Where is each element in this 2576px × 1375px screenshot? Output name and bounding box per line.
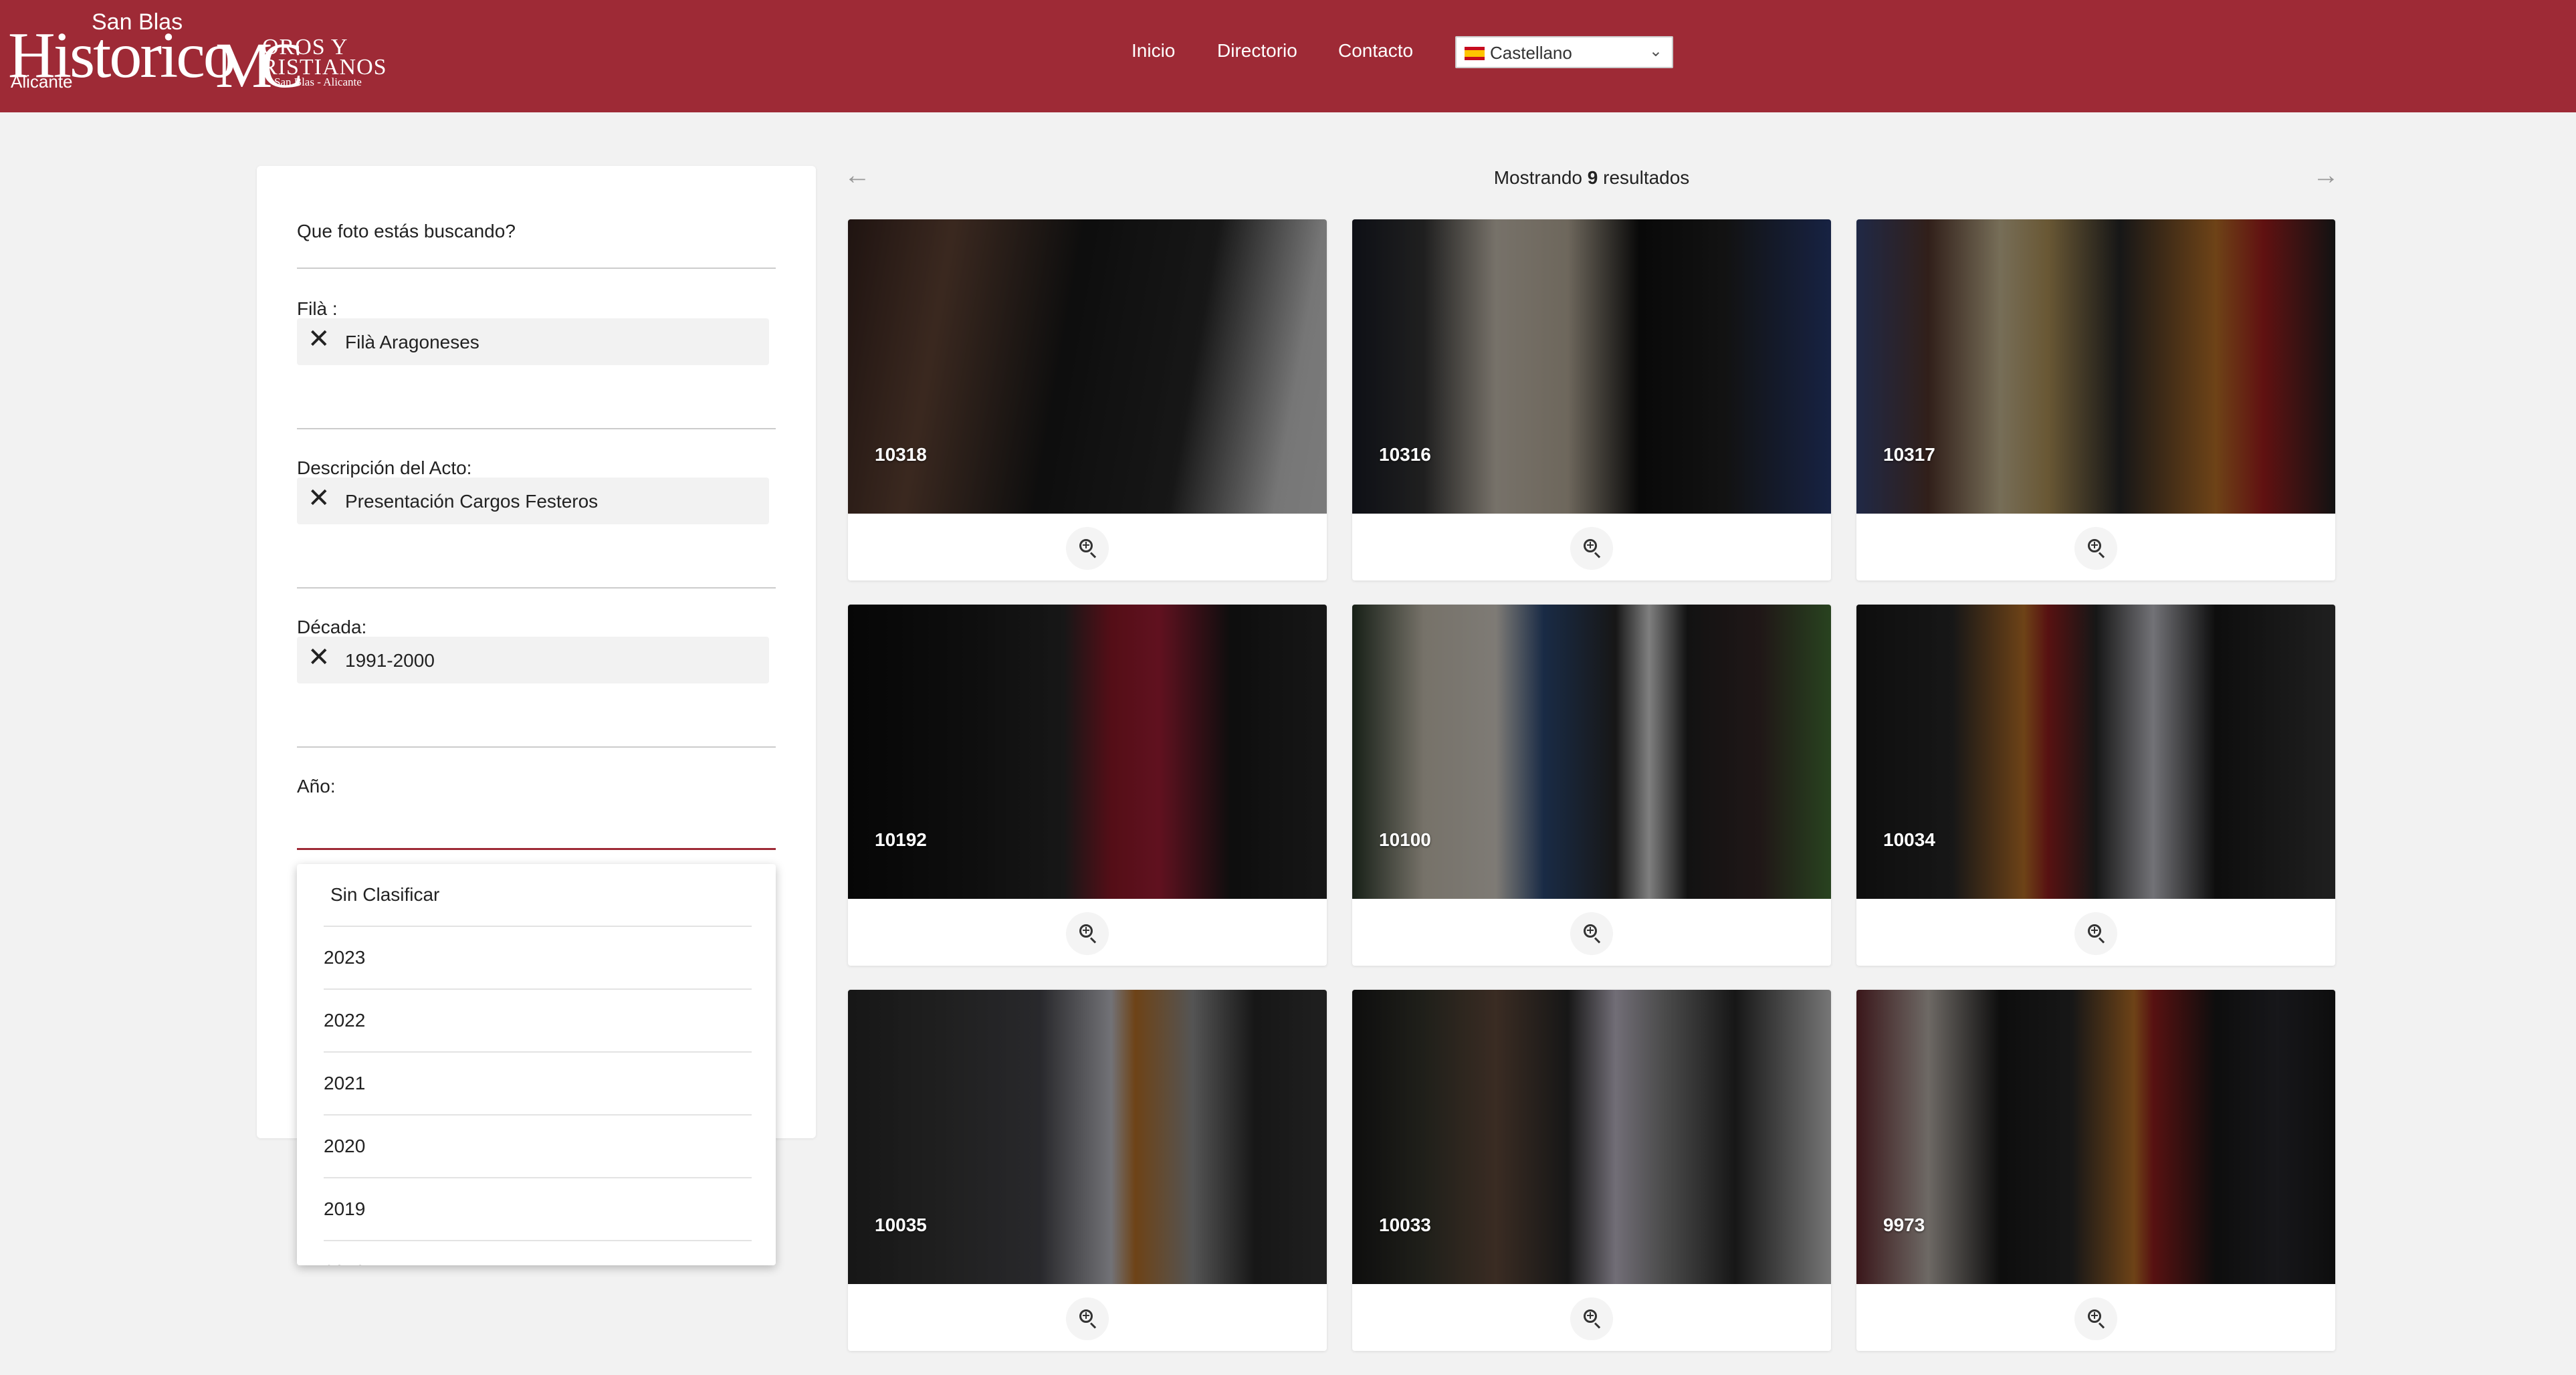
zoom-in-icon[interactable]	[1066, 1297, 1109, 1340]
results-header: ← Mostrando 9 resultados →	[844, 161, 2339, 193]
chevron-down-icon: ⌄	[1648, 42, 1662, 60]
search-label: Que foto estás buscando?	[297, 221, 516, 241]
photo-id: 10100	[1379, 829, 1431, 850]
decada-chip: ✕ 1991-2000	[297, 637, 769, 683]
results-count-text: Mostrando 9 resultados	[844, 167, 2339, 189]
photo-id: 10317	[1883, 444, 1935, 465]
fila-input[interactable]	[297, 428, 776, 429]
photo-id: 10034	[1883, 829, 1935, 850]
photo-card[interactable]: 10317	[1856, 219, 2335, 580]
logo-subtitle-text: San Blas - Alicante	[274, 76, 362, 88]
photo-thumbnail[interactable]: 10316	[1352, 219, 1831, 514]
photo-thumbnail[interactable]: 10033	[1352, 990, 1831, 1284]
close-icon[interactable]: ✕	[308, 326, 330, 352]
year-option[interactable]: 2022	[324, 990, 752, 1053]
acto-label: Descripción del Acto:	[297, 457, 472, 478]
year-option-label: 2018	[324, 1261, 365, 1265]
logo-alicante-text: Alicante	[11, 72, 73, 92]
acto-chip: ✕ Presentación Cargos Festeros	[297, 478, 769, 524]
photo-thumbnail[interactable]: 10035	[848, 990, 1327, 1284]
year-option[interactable]: 2018	[324, 1241, 752, 1265]
nav-directorio[interactable]: Directorio	[1217, 40, 1297, 62]
photo-id: 9973	[1883, 1214, 1925, 1235]
moros-cristianos-logo[interactable]: MC OROS Y RISTIANOS San Blas - Alicante	[215, 27, 389, 98]
photo-card[interactable]: 10100	[1352, 605, 1831, 966]
fila-chip-text: Filà Aragoneses	[345, 332, 479, 352]
photo-id: 10033	[1379, 1214, 1431, 1235]
close-icon[interactable]: ✕	[308, 485, 330, 512]
arrow-right-icon[interactable]: →	[2313, 161, 2339, 191]
photo-card[interactable]: 10318	[848, 219, 1327, 580]
zoom-in-icon[interactable]	[1570, 912, 1613, 955]
language-select[interactable]: Castellano ⌄	[1455, 36, 1673, 68]
year-option[interactable]: 2020	[324, 1116, 752, 1178]
photo-card[interactable]: 9973	[1856, 990, 2335, 1351]
year-option-label: 2020	[324, 1136, 366, 1156]
photo-id: 10318	[875, 444, 927, 465]
photo-id: 10316	[1379, 444, 1431, 465]
results-prefix: Mostrando	[1493, 167, 1582, 188]
search-input[interactable]	[297, 268, 776, 269]
zoom-in-icon[interactable]	[1570, 527, 1613, 570]
photo-thumbnail[interactable]: 10192	[848, 605, 1327, 899]
anio-input[interactable]	[297, 848, 776, 850]
year-option-label: 2022	[324, 1010, 366, 1031]
acto-chip-text: Presentación Cargos Festeros	[345, 491, 599, 512]
year-option-label: Sin Clasificar	[330, 884, 440, 905]
photo-thumbnail[interactable]: 10318	[848, 219, 1327, 514]
photo-card[interactable]: 10316	[1352, 219, 1831, 580]
year-option[interactable]: Sin Clasificar	[324, 864, 752, 927]
photo-card[interactable]: 10034	[1856, 605, 2335, 966]
nav-contacto[interactable]: Contacto	[1338, 40, 1413, 62]
photo-card[interactable]: 10192	[848, 605, 1327, 966]
anio-label: Año:	[297, 776, 336, 797]
fila-label: Filà :	[297, 298, 338, 319]
year-dropdown: Sin Clasificar 2023 2022 2021 2020 2019 …	[297, 864, 776, 1265]
results-count: 9	[1587, 167, 1598, 188]
site-header: San Blas Historico Alicante MC OROS Y RI…	[0, 0, 2576, 112]
photo-thumbnail[interactable]: 10100	[1352, 605, 1831, 899]
decada-input[interactable]	[297, 746, 776, 748]
historico-logo[interactable]: San Blas Historico Alicante	[8, 9, 236, 92]
year-option-label: 2021	[324, 1073, 366, 1093]
photo-thumbnail[interactable]: 10317	[1856, 219, 2335, 514]
zoom-in-icon[interactable]	[2074, 912, 2117, 955]
zoom-in-icon[interactable]	[1066, 527, 1109, 570]
zoom-in-icon[interactable]	[2074, 1297, 2117, 1340]
zoom-in-icon[interactable]	[1570, 1297, 1613, 1340]
photo-id: 10192	[875, 829, 927, 850]
photo-card[interactable]: 10035	[848, 990, 1327, 1351]
photo-id: 10035	[875, 1214, 927, 1235]
fila-chip: ✕ Filà Aragoneses	[297, 318, 769, 365]
flag-spain-icon	[1465, 47, 1485, 60]
photo-thumbnail[interactable]: 9973	[1856, 990, 2335, 1284]
year-option-label: 2023	[324, 947, 366, 968]
zoom-in-icon[interactable]	[1066, 912, 1109, 955]
year-option-label: 2019	[324, 1198, 366, 1219]
nav-inicio[interactable]: Inicio	[1132, 40, 1175, 62]
acto-input[interactable]	[297, 587, 776, 589]
language-label: Castellano	[1490, 43, 1572, 63]
photo-thumbnail[interactable]: 10034	[1856, 605, 2335, 899]
photo-card[interactable]: 10033	[1352, 990, 1831, 1351]
results-suffix: resultados	[1603, 167, 1690, 188]
decada-chip-text: 1991-2000	[345, 650, 435, 671]
close-icon[interactable]: ✕	[308, 644, 330, 671]
zoom-in-icon[interactable]	[2074, 527, 2117, 570]
decada-label: Década:	[297, 617, 367, 637]
year-option[interactable]: 2023	[324, 927, 752, 990]
year-option[interactable]: 2021	[324, 1053, 752, 1116]
year-option[interactable]: 2019	[324, 1178, 752, 1241]
